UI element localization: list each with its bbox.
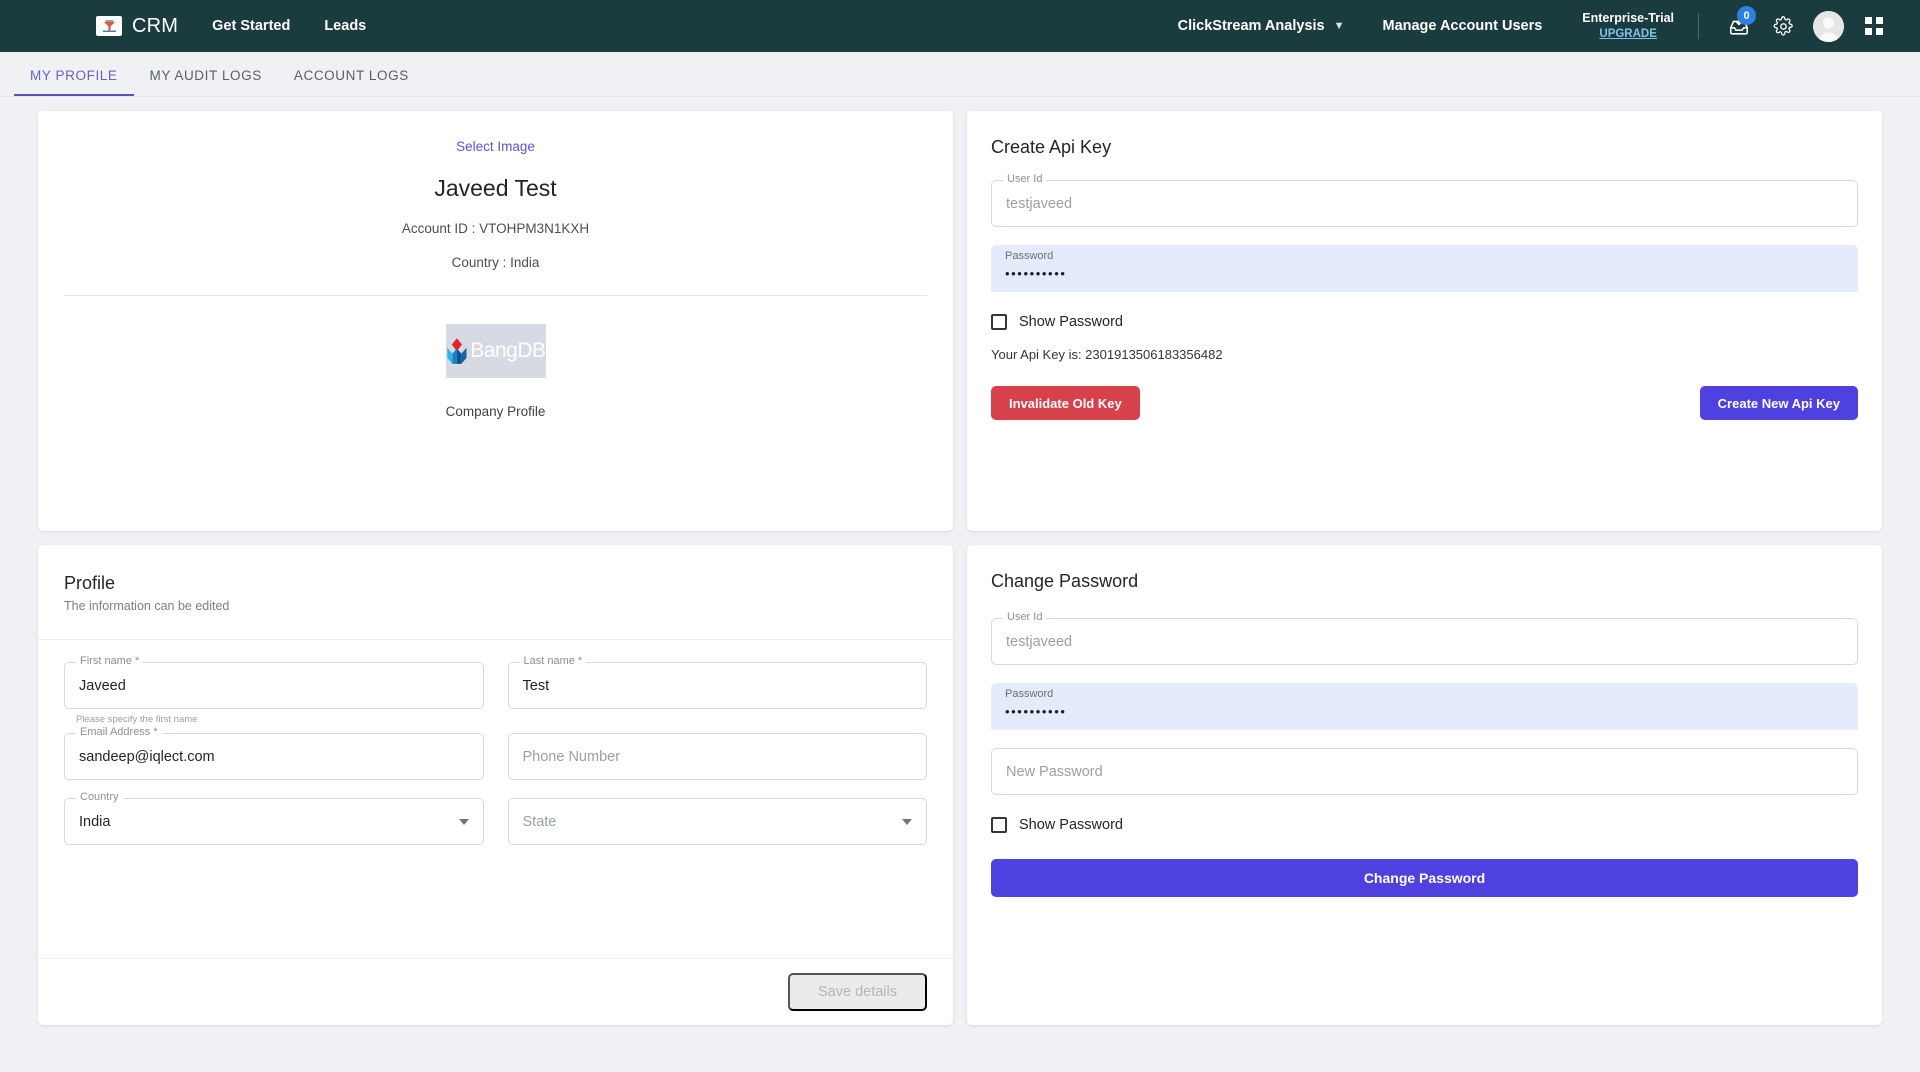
save-details-button[interactable]: Save details bbox=[788, 973, 927, 1011]
profile-form-footer: Save details bbox=[38, 958, 953, 1025]
country-label: Country bbox=[76, 792, 123, 803]
gear-icon[interactable] bbox=[1766, 9, 1800, 43]
cp-submit-wrap: Change Password bbox=[991, 859, 1858, 897]
cp-user-id-field[interactable]: User Id testjaveed bbox=[991, 612, 1858, 665]
checkbox-icon bbox=[991, 314, 1007, 330]
cp-user-id-label: User Id bbox=[1003, 612, 1047, 623]
contact-row: Email Address * sandeep@iqlect.com Phone… bbox=[64, 727, 927, 780]
checkbox-icon bbox=[991, 817, 1007, 833]
nav-link-leads[interactable]: Leads bbox=[324, 18, 366, 34]
email-field[interactable]: Email Address * sandeep@iqlect.com bbox=[64, 727, 484, 780]
top-navbar: CRM Get Started Leads ClickStream Analys… bbox=[0, 0, 1920, 52]
api-password-label: Password bbox=[1005, 250, 1054, 262]
clickstream-analysis-label: ClickStream Analysis bbox=[1177, 18, 1325, 34]
invalidate-old-key-button[interactable]: Invalidate Old Key bbox=[991, 386, 1140, 420]
email-label: Email Address * bbox=[76, 727, 162, 738]
company-profile-label: Company Profile bbox=[445, 404, 546, 419]
profile-name: Javeed Test bbox=[434, 175, 557, 201]
tab-account-logs[interactable]: ACCOUNT LOGS bbox=[278, 68, 425, 96]
navbar-left: CRM Get Started Leads bbox=[0, 15, 366, 38]
first-name-field[interactable]: First name * Javeed bbox=[64, 656, 484, 709]
chevron-down-icon: ▼ bbox=[1333, 20, 1345, 32]
profile-country: Country : India bbox=[451, 255, 540, 270]
page-content: Select Image Javeed Test Account ID : VT… bbox=[0, 97, 1920, 1025]
cp-password-label: Password bbox=[1005, 688, 1054, 700]
cp-password-field[interactable]: Password •••••••••• bbox=[991, 683, 1858, 730]
manage-account-users-label: Manage Account Users bbox=[1382, 18, 1543, 34]
select-image-link[interactable]: Select Image bbox=[38, 139, 953, 154]
cp-user-id-value: testjaveed bbox=[1006, 633, 1073, 650]
email-value: sandeep@iqlect.com bbox=[79, 748, 215, 765]
apps-grid-icon[interactable] bbox=[1857, 9, 1891, 43]
chevron-down-icon bbox=[902, 818, 912, 825]
brand-name: CRM bbox=[132, 14, 179, 37]
crm-funnel-icon bbox=[96, 16, 122, 36]
profile-form-body: First name * Javeed Please specify the f… bbox=[38, 640, 953, 958]
profile-form-subtitle: The information can be edited bbox=[64, 599, 230, 613]
cp-password-value: •••••••••• bbox=[1005, 704, 1067, 719]
api-show-password-checkbox[interactable]: Show Password bbox=[991, 314, 1858, 330]
api-user-id-field[interactable]: User Id testjaveed bbox=[991, 174, 1858, 227]
change-password-title: Change Password bbox=[991, 571, 1139, 591]
cp-new-password-placeholder: New Password bbox=[1006, 763, 1103, 780]
divider bbox=[64, 295, 927, 296]
avatar[interactable] bbox=[1813, 10, 1844, 42]
api-user-id-label: User Id bbox=[1003, 174, 1047, 185]
clickstream-analysis-menu[interactable]: ClickStream Analysis ▼ bbox=[1178, 18, 1345, 34]
last-name-label: Last name * bbox=[519, 656, 587, 667]
location-row: Country India State bbox=[64, 792, 927, 845]
profile-form-header: Profile The information can be edited bbox=[38, 545, 953, 640]
create-api-key-title: Create Api Key bbox=[991, 137, 1112, 157]
tab-bar: MY PROFILE MY AUDIT LOGS ACCOUNT LOGS bbox=[0, 52, 1920, 97]
first-name-value: Javeed bbox=[79, 677, 126, 694]
chevron-down-icon bbox=[458, 818, 469, 825]
profile-form-title: Profile bbox=[64, 573, 116, 593]
profile-summary-card: Select Image Javeed Test Account ID : VT… bbox=[38, 111, 953, 531]
company-logo-wrap: BangDB bbox=[38, 324, 953, 378]
upgrade-link[interactable]: UPGRADE bbox=[1582, 27, 1674, 41]
api-show-password-label: Show Password bbox=[1019, 314, 1123, 330]
phone-field[interactable]: Phone Number bbox=[507, 733, 927, 780]
cp-new-password-field[interactable]: New Password bbox=[991, 748, 1858, 795]
cp-show-password-checkbox[interactable]: Show Password bbox=[991, 817, 1858, 833]
bangdb-logo-text: BangDB bbox=[470, 339, 546, 362]
plan-name: Enterprise-Trial bbox=[1582, 11, 1674, 25]
create-new-api-key-button[interactable]: Create New Api Key bbox=[1699, 386, 1858, 420]
bangdb-logo: BangDB bbox=[445, 324, 546, 378]
country-value: India bbox=[79, 813, 111, 830]
notification-badge: 0 bbox=[1737, 6, 1756, 25]
manage-account-users-link[interactable]: Manage Account Users bbox=[1382, 18, 1542, 34]
state-select[interactable]: State bbox=[507, 798, 927, 845]
country-select[interactable]: Country India bbox=[64, 792, 484, 845]
profile-form-card: Profile The information can be edited Fi… bbox=[38, 545, 953, 1025]
tab-my-profile[interactable]: MY PROFILE bbox=[14, 68, 134, 96]
phone-placeholder: Phone Number bbox=[522, 748, 621, 765]
account-id: Account ID : VTOHPM3N1KXH bbox=[401, 221, 590, 236]
name-row: First name * Javeed Please specify the f… bbox=[64, 656, 927, 725]
api-password-value: •••••••••• bbox=[1005, 266, 1067, 281]
state-placeholder: State bbox=[522, 813, 557, 830]
brand[interactable]: CRM bbox=[96, 15, 178, 38]
first-name-helper: Please specify the first name bbox=[76, 714, 198, 725]
navbar-right: ClickStream Analysis ▼ Manage Account Us… bbox=[1178, 6, 1896, 43]
api-key-button-row: Invalidate Old Key Create New Api Key bbox=[991, 386, 1858, 420]
plan-block: Enterprise-Trial UPGRADE bbox=[1582, 11, 1674, 41]
api-user-id-value: testjaveed bbox=[1006, 195, 1073, 212]
first-name-label: First name * bbox=[76, 656, 144, 667]
create-api-key-card: Create Api Key User Id testjaveed Passwo… bbox=[967, 111, 1882, 531]
nav-link-get-started[interactable]: Get Started bbox=[212, 18, 290, 34]
navbar-divider bbox=[1698, 13, 1699, 39]
bangdb-mark-icon bbox=[446, 338, 466, 364]
last-name-field[interactable]: Last name * Test bbox=[507, 656, 927, 725]
cp-show-password-label: Show Password bbox=[1019, 817, 1123, 833]
change-password-button[interactable]: Change Password bbox=[991, 859, 1858, 897]
api-key-value-line: Your Api Key is: 2301913506183356482 bbox=[991, 347, 1223, 362]
inbox-download-icon[interactable]: 0 bbox=[1722, 6, 1756, 43]
first-name-wrap: First name * Javeed Please specify the f… bbox=[64, 656, 484, 725]
change-password-card: Change Password User Id testjaveed Passw… bbox=[967, 545, 1882, 1025]
tab-my-audit-logs[interactable]: MY AUDIT LOGS bbox=[134, 68, 278, 96]
api-password-field[interactable]: Password •••••••••• bbox=[991, 245, 1858, 292]
last-name-value: Test bbox=[522, 677, 550, 694]
